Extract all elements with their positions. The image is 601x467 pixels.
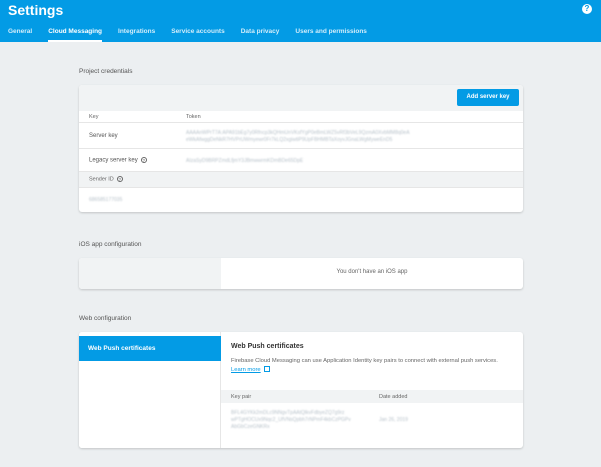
server-key-token-line1[interactable]: AAAAnWPrT7A:APA91bEg7y0Rfncp3kQHmUnVKsfY… [186,130,410,136]
ios-app-list [79,258,221,289]
server-key-row: Server key AAAAnWPrT7A:APA91bEg7y0Rfncp3… [79,124,523,149]
tab-data-privacy[interactable]: Data privacy [233,22,288,42]
learn-more-link[interactable]: Learn more [231,367,261,373]
key-pair-line2[interactable]: wPTgHOCUx9Nqc2_UfVNsQpbh7rNPmF4kbCzPGPv [231,417,351,423]
web-configuration-card: Web Push certificates Web Push certifica… [79,332,523,448]
settings-tabs: General Cloud Messaging Integrations Ser… [0,22,375,42]
sender-id-header-row: Sender ID? [79,172,523,188]
web-push-description: Firebase Cloud Messaging can use Applica… [231,357,511,375]
legacy-server-key-label: Legacy server key [89,157,138,164]
ios-configuration-card: You don't have an iOS app [79,258,523,289]
top-app-bar: Settings ? General Cloud Messaging Integ… [0,0,601,42]
tab-general[interactable]: General [0,22,40,42]
server-key-label: Server key [89,133,118,139]
server-key-token-line2[interactable]: eWkAfwggDeNkR7HVPrUWmyewr0Fr7kLQ2xgiwtiP… [186,137,392,143]
web-push-panel: Web Push certificates Firebase Cloud Mes… [221,332,523,448]
key-pair-line3[interactable]: AbGbCzeGNKRx [231,424,270,430]
sender-id-label: Sender ID [89,176,114,183]
column-key: Key [89,114,99,120]
key-pair-table-header: Key pair Date added [221,390,523,403]
external-link-icon[interactable] [263,366,270,373]
credentials-toolbar: Add server key [79,85,523,111]
column-key-pair: Key pair [231,394,252,400]
nav-item-web-push-certificates[interactable]: Web Push certificates [79,336,221,361]
tab-integrations[interactable]: Integrations [110,22,163,42]
key-pair-line1[interactable]: BFL4GYKk2mDLc9NNgvTpAAtQlkvFdbyeZQ7g9rz [231,410,344,416]
date-added-value: Jan 26, 2019 [379,417,408,423]
column-date-added: Date added [379,394,408,400]
page-title: Settings [8,2,64,18]
add-server-key-button[interactable]: Add server key [457,89,519,106]
project-credentials-card: Add server key Key Token Server key AAAA… [79,85,523,212]
ios-configuration-heading: iOS app configuration [79,241,142,248]
web-config-nav: Web Push certificates [79,332,221,448]
sender-id-row: 686585177035 [79,188,523,212]
sender-id-value[interactable]: 686585177035 [89,197,122,203]
help-icon[interactable]: ? [140,157,147,163]
tab-cloud-messaging[interactable]: Cloud Messaging [40,22,110,42]
web-push-heading: Web Push certificates [231,343,304,350]
tab-service-accounts[interactable]: Service accounts [163,22,232,42]
question-circle-icon[interactable]: ? [582,4,592,14]
tab-users-and-permissions[interactable]: Users and permissions [287,22,375,42]
project-credentials-heading: Project credentials [79,68,133,75]
legacy-server-key-token[interactable]: AIzaSyD9BRPZmdLfjmY3JBmwwrmKDmBDe65DpE [186,158,303,164]
web-configuration-heading: Web configuration [79,315,132,322]
column-token: Token [186,114,201,120]
help-icon[interactable]: ? [116,176,123,182]
credentials-table-header: Key Token [79,111,523,123]
legacy-server-key-row: Legacy server key? AIzaSyD9BRPZmdLfjmY3J… [79,149,523,172]
no-ios-app-message: You don't have an iOS app [336,269,408,275]
description-text: Firebase Cloud Messaging can use Applica… [231,358,498,364]
